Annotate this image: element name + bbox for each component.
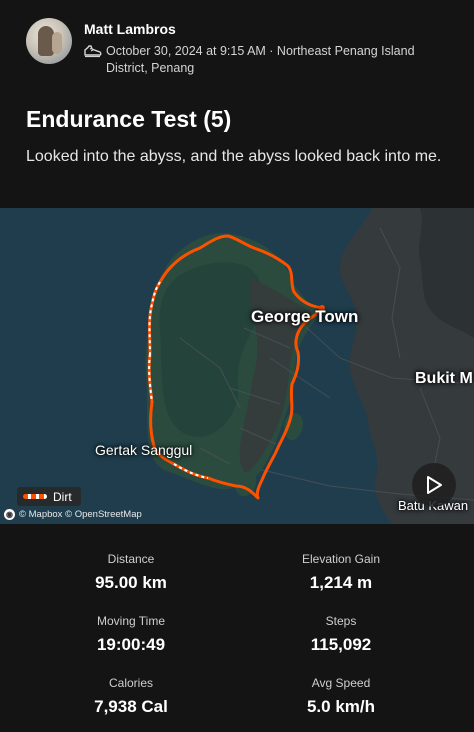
stat-avg-speed: Avg Speed 5.0 km/h (241, 676, 441, 717)
stat-label: Moving Time (96, 614, 166, 628)
stat-value: 7,938 Cal (94, 697, 168, 716)
map-label-george-town: George Town (251, 307, 359, 326)
stat-calories: Calories 7,938 Cal (31, 676, 231, 717)
legend-label: Dirt (53, 489, 72, 504)
stat-value: 115,092 (310, 635, 372, 654)
play-button[interactable] (412, 463, 456, 507)
stat-label: Distance (107, 552, 155, 566)
attribution-text[interactable]: © Mapbox © OpenStreetMap (19, 509, 142, 520)
surface-legend: Dirt (17, 487, 81, 506)
stat-moving-time: Moving Time 19:00:49 (31, 614, 231, 655)
map-attribution[interactable]: ◉ © Mapbox © OpenStreetMap (4, 509, 142, 520)
map-label-gertak-sanggul: Gertak Sanggul (95, 442, 193, 458)
activity-description: Looked into the abyss, and the abyss loo… (26, 148, 442, 165)
athlete-name[interactable]: Matt Lambros (84, 21, 176, 37)
route-map[interactable]: George Town Bukit M Gertak Sanggul Batu … (0, 208, 474, 524)
activity-title: Endurance Test (5) (26, 106, 232, 132)
map-label-bukit: Bukit M (415, 370, 473, 387)
dirt-legend-swatch (23, 494, 47, 499)
shoe-icon (84, 45, 102, 58)
map-base (0, 208, 474, 524)
stat-label: Calories (108, 676, 153, 690)
stat-elevation-gain: Elevation Gain 1,214 m (241, 552, 441, 593)
stat-value: 19:00:49 (96, 635, 166, 654)
mapbox-logo-icon: ◉ (4, 509, 15, 520)
activity-date-location: October 30, 2024 at 9:15 AM · Northeast … (106, 44, 415, 75)
avatar[interactable] (26, 18, 72, 64)
stat-label: Steps (325, 614, 357, 628)
stat-value: 95.00 km (95, 573, 167, 592)
activity-header: Matt Lambros October 30, 2024 at 9:15 AM… (0, 0, 474, 100)
stat-distance: Distance 95.00 km (31, 552, 231, 593)
stat-label: Elevation Gain (301, 552, 381, 566)
stat-value: 1,214 m (309, 573, 373, 592)
stat-value: 5.0 km/h (306, 697, 376, 716)
stat-label: Avg Speed (311, 676, 371, 690)
stat-steps: Steps 115,092 (241, 614, 441, 655)
play-icon (427, 476, 442, 494)
stats-grid: Distance 95.00 km Elevation Gain 1,214 m… (0, 524, 474, 732)
